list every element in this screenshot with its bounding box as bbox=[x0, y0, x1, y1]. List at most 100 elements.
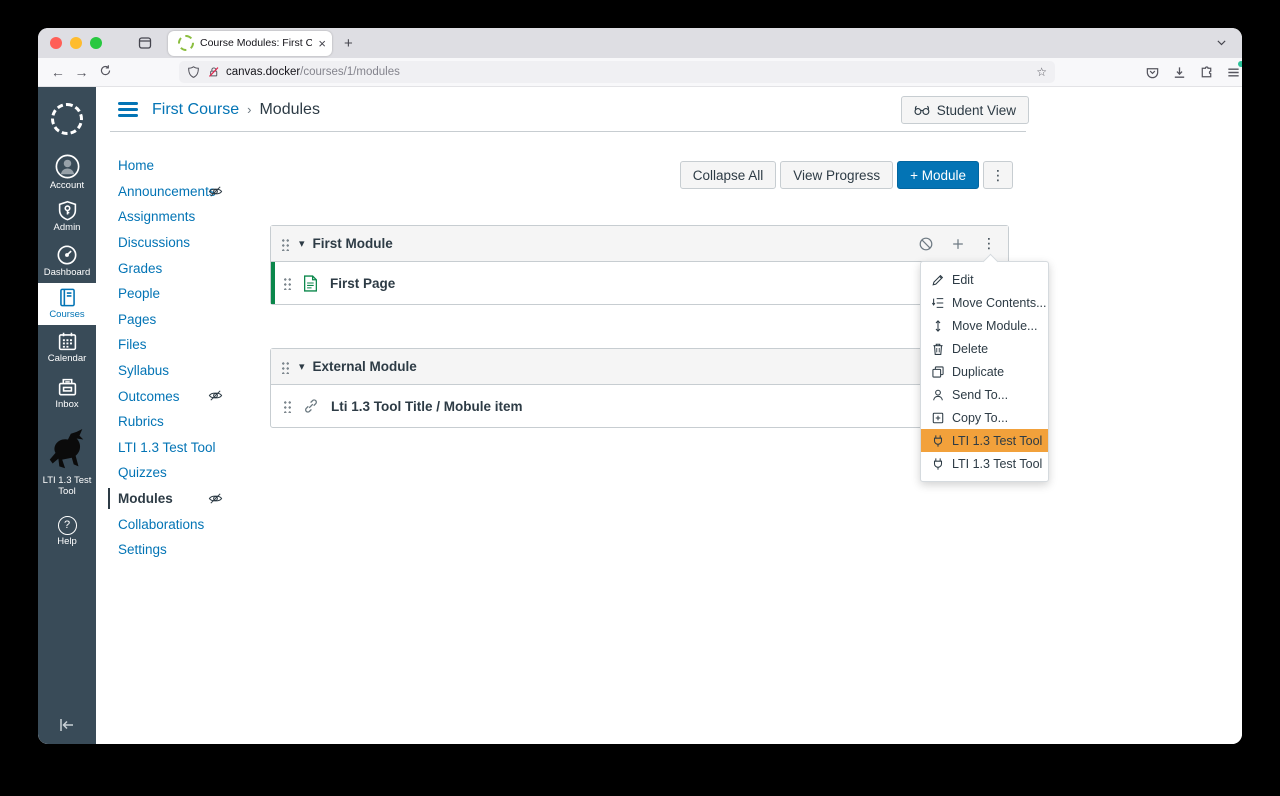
drag-handle-icon[interactable] bbox=[283, 399, 292, 413]
course-nav-toggle-icon[interactable] bbox=[118, 102, 138, 117]
course-nav-collaborations[interactable]: Collaborations bbox=[118, 511, 308, 537]
account-avatar-icon bbox=[55, 154, 79, 179]
url-path: /courses/1/modules bbox=[300, 66, 400, 78]
menu-item-duplicate[interactable]: Duplicate bbox=[921, 360, 1048, 383]
course-nav-announcements[interactable]: Announcements bbox=[118, 179, 308, 205]
menu-item-delete[interactable]: Delete bbox=[921, 337, 1048, 360]
canvas-logo-icon[interactable] bbox=[38, 87, 96, 151]
window-controls bbox=[50, 37, 102, 49]
global-nav-courses[interactable]: Courses bbox=[38, 283, 96, 325]
external-link-icon bbox=[303, 398, 319, 414]
module-header: ▾ First Module ⋮ bbox=[271, 226, 1008, 262]
module-item-lti-tool[interactable]: Lti 1.3 Tool Title / Mobule item bbox=[271, 385, 1008, 427]
url-bar[interactable]: canvas.docker/courses/1/modules ☆ bbox=[179, 61, 1056, 83]
modules-kebab-button[interactable]: ⋮ bbox=[983, 161, 1013, 189]
global-nav-inbox[interactable]: Inbox bbox=[38, 371, 96, 417]
add-item-plus-icon[interactable] bbox=[951, 237, 965, 251]
close-window-button[interactable] bbox=[50, 37, 62, 49]
module-actions: Collapse All View Progress + Module ⋮ bbox=[679, 161, 1013, 189]
expand-caret-icon[interactable]: ▾ bbox=[299, 237, 305, 250]
dashboard-gauge-icon bbox=[57, 245, 77, 265]
maximize-window-button[interactable] bbox=[90, 37, 102, 49]
url-host: canvas.docker bbox=[226, 66, 301, 78]
menu-item-send-to[interactable]: Send To... bbox=[921, 383, 1048, 406]
course-nav-modules[interactable]: Modules bbox=[108, 486, 308, 512]
pencil-icon bbox=[932, 274, 944, 286]
drag-handle-icon[interactable] bbox=[283, 276, 292, 290]
insecure-lock-icon[interactable] bbox=[207, 65, 220, 79]
browser-toolbar: ← → canvas.docker/courses/1/modules ☆ bbox=[38, 58, 1242, 87]
collapse-arrow-icon bbox=[60, 719, 73, 731]
trash-icon bbox=[933, 343, 943, 355]
modules-area: Collapse All View Progress + Module ⋮ ▾ … bbox=[270, 161, 1013, 471]
tab-close-icon[interactable]: × bbox=[318, 36, 326, 51]
drag-handle-icon[interactable] bbox=[281, 359, 290, 374]
module-item-first-page[interactable]: First Page bbox=[271, 262, 1008, 304]
unpublished-ban-icon[interactable] bbox=[918, 236, 934, 252]
global-nav-account[interactable]: Account bbox=[38, 151, 96, 195]
menu-item-lti-tool-2[interactable]: LTI 1.3 Test Tool bbox=[921, 452, 1048, 475]
move-module-icon bbox=[935, 319, 941, 332]
copy-to-icon bbox=[932, 412, 944, 423]
send-to-user-icon bbox=[933, 389, 943, 400]
course-nav-home[interactable]: Home bbox=[118, 153, 308, 179]
tab-list-chevron-icon[interactable] bbox=[1215, 36, 1228, 54]
course-nav-settings[interactable]: Settings bbox=[118, 537, 308, 563]
menu-item-move-contents[interactable]: Move Contents... bbox=[921, 291, 1048, 314]
firefox-view-icon[interactable] bbox=[134, 32, 156, 54]
browser-window: Course Modules: First Course × + ← → bbox=[38, 28, 1242, 744]
collapse-all-button[interactable]: Collapse All bbox=[679, 161, 777, 189]
pocket-icon[interactable] bbox=[1143, 63, 1161, 81]
module-context-menu: Edit Move Contents... Move Module... Del… bbox=[920, 253, 1049, 482]
main-area: First Course › Modules Student View Home… bbox=[96, 87, 1242, 744]
tab-title: Course Modules: First Course bbox=[200, 37, 313, 49]
app-menu-icon[interactable] bbox=[1224, 61, 1242, 81]
plug-icon bbox=[933, 457, 943, 470]
help-icon: ? bbox=[57, 516, 77, 536]
kebab-icon: ⋮ bbox=[991, 166, 1005, 183]
bookmark-star-icon[interactable]: ☆ bbox=[1036, 65, 1047, 79]
canvas-favicon-icon bbox=[178, 35, 194, 51]
new-tab-button[interactable]: + bbox=[344, 35, 353, 52]
update-badge bbox=[1238, 61, 1242, 67]
reload-button[interactable] bbox=[93, 64, 117, 80]
move-contents-icon bbox=[931, 297, 944, 308]
tracking-shield-icon[interactable] bbox=[187, 65, 200, 79]
menu-item-edit[interactable]: Edit bbox=[921, 268, 1048, 291]
menu-item-move-module[interactable]: Move Module... bbox=[921, 314, 1048, 337]
extensions-icon[interactable] bbox=[1197, 63, 1215, 81]
collapse-global-nav-button[interactable] bbox=[38, 705, 96, 744]
glasses-icon bbox=[914, 105, 930, 115]
plug-icon bbox=[933, 434, 943, 447]
global-nav-dashboard[interactable]: Dashboard bbox=[38, 239, 96, 283]
global-nav-calendar[interactable]: Calendar bbox=[38, 325, 96, 371]
breadcrumb-current: Modules bbox=[259, 100, 320, 118]
admin-shield-icon bbox=[58, 200, 76, 221]
view-progress-button[interactable]: View Progress bbox=[780, 161, 894, 189]
drag-handle-icon[interactable] bbox=[281, 236, 290, 251]
module-first-module: ▾ First Module ⋮ First Page bbox=[270, 225, 1009, 305]
duplicate-icon bbox=[932, 365, 944, 378]
menu-item-lti-tool-1[interactable]: LTI 1.3 Test Tool bbox=[921, 429, 1048, 452]
downloads-icon[interactable] bbox=[1170, 63, 1188, 81]
breadcrumb: First Course › Modules bbox=[152, 101, 320, 119]
add-module-button[interactable]: + Module bbox=[897, 161, 979, 189]
breadcrumb-course-link[interactable]: First Course bbox=[152, 101, 239, 119]
menu-item-copy-to[interactable]: Copy To... bbox=[921, 406, 1048, 429]
student-view-button[interactable]: Student View bbox=[900, 96, 1029, 124]
minimize-window-button[interactable] bbox=[70, 37, 82, 49]
expand-caret-icon[interactable]: ▾ bbox=[299, 360, 305, 373]
module-kebab-icon[interactable]: ⋮ bbox=[982, 235, 996, 252]
module-title: External Module bbox=[312, 359, 417, 374]
hidden-eye-icon bbox=[208, 186, 223, 197]
global-nav-admin[interactable]: Admin bbox=[38, 195, 96, 239]
page-header: First Course › Modules Student View bbox=[96, 87, 1242, 132]
calendar-icon bbox=[58, 332, 76, 351]
back-button[interactable]: ← bbox=[46, 64, 70, 80]
browser-tab[interactable]: Course Modules: First Course × bbox=[168, 30, 332, 56]
global-nav-lti-tool[interactable]: LTI 1.3 Test Tool bbox=[38, 417, 96, 509]
hidden-eye-icon bbox=[208, 390, 223, 401]
global-nav-help[interactable]: ? Help bbox=[38, 509, 96, 555]
page-document-icon bbox=[303, 274, 318, 292]
forward-button[interactable]: → bbox=[70, 64, 94, 80]
